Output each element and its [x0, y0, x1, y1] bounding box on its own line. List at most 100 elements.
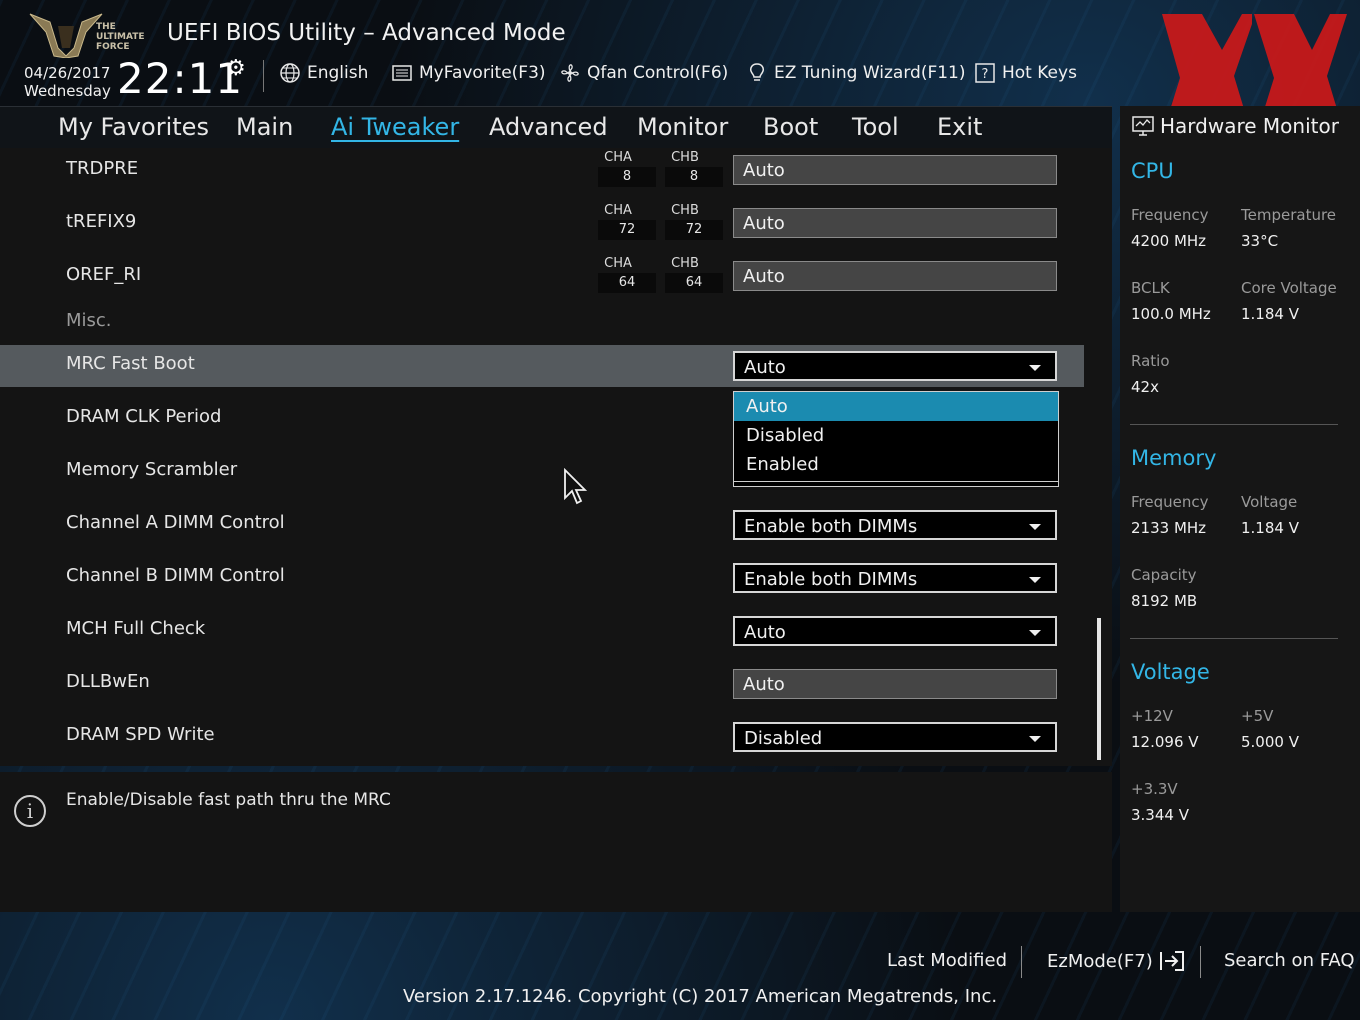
tab-my-favorites[interactable]: My Favorites: [58, 113, 209, 141]
setting-row-mch-full-check[interactable]: MCH Full Check Auto: [0, 608, 1084, 650]
date: 04/26/2017: [24, 64, 111, 82]
settings-panel: TRDPRE CHA 8 CHB 8 Auto tREFIX9 CHA 72 C…: [0, 148, 1112, 766]
ratio-value: 42x: [1131, 378, 1159, 396]
clock: 22:11: [117, 54, 244, 103]
ez-tuning-wizard-button[interactable]: EZ Tuning Wizard(F11): [746, 62, 966, 84]
dropdown-option-disabled[interactable]: Disabled: [734, 421, 1058, 450]
value-input[interactable]: Auto: [733, 261, 1057, 291]
voltage-section-title: Voltage: [1131, 660, 1210, 684]
divider: [1200, 946, 1201, 978]
setting-label: OREF_RI: [66, 264, 142, 285]
cpu-section-title: CPU: [1131, 159, 1174, 183]
last-modified-button[interactable]: Last Modified: [887, 950, 1007, 971]
tab-main[interactable]: Main: [236, 113, 293, 141]
setting-row-channel-a-dimm[interactable]: Channel A DIMM Control Enable both DIMMs: [0, 502, 1084, 544]
cpu-temperature-value: 33°C: [1241, 232, 1279, 250]
caret-down-icon: [1029, 736, 1041, 742]
setting-label: TRDPRE: [66, 158, 139, 179]
channel-b-dimm-select[interactable]: Enable both DIMMs: [733, 563, 1057, 593]
chb-value-box: CHB 72: [665, 201, 723, 243]
setting-label: Channel A DIMM Control: [66, 512, 285, 533]
core-voltage-label: Core Voltage: [1241, 279, 1337, 297]
weekday: Wednesday: [24, 82, 111, 100]
value-input[interactable]: Auto: [733, 155, 1057, 185]
3v3-label: +3.3V: [1131, 780, 1178, 798]
setting-row-oref-ri[interactable]: OREF_RI CHA 64 CHB 64 Auto: [0, 254, 1084, 296]
cha-value-box: CHA 64: [598, 254, 656, 296]
tab-ai-tweaker[interactable]: Ai Tweaker: [331, 113, 459, 141]
tab-advanced[interactable]: Advanced: [489, 113, 608, 141]
info-icon: i: [14, 795, 46, 827]
core-voltage-value: 1.184 V: [1241, 305, 1299, 323]
search-faq-button[interactable]: Search on FAQ: [1224, 950, 1355, 971]
chb-value-box: CHB 8: [665, 148, 723, 190]
main-navigation: My Favorites Main Ai Tweaker Advanced Mo…: [0, 106, 1112, 149]
help-box-icon: ?: [975, 63, 995, 83]
scrollbar[interactable]: [1097, 618, 1101, 760]
ezmode-button[interactable]: EzMode(F7): [1047, 950, 1187, 972]
bclk-label: BCLK: [1131, 279, 1170, 297]
divider: [1130, 638, 1338, 639]
list-icon: [392, 65, 412, 81]
mrc-fast-boot-select[interactable]: Auto: [733, 351, 1057, 381]
language-button[interactable]: English: [279, 62, 368, 84]
divider: [263, 60, 264, 92]
hardware-monitor-title: Hardware Monitor: [1132, 114, 1339, 138]
memory-frequency-label: Frequency: [1131, 493, 1209, 511]
mrc-fast-boot-dropdown-list: Auto Disabled Enabled: [733, 391, 1059, 487]
ratio-label: Ratio: [1131, 352, 1170, 370]
tab-tool[interactable]: Tool: [852, 113, 899, 141]
setting-label: Memory Scrambler: [66, 459, 238, 480]
help-text: Enable/Disable fast path thru the MRC: [66, 790, 391, 810]
memory-frequency-value: 2133 MHz: [1131, 519, 1207, 537]
12v-value: 12.096 V: [1131, 733, 1199, 751]
caret-down-icon: [1029, 365, 1041, 371]
myfavorite-button[interactable]: MyFavorite(F3): [391, 62, 546, 84]
lightbulb-icon: [750, 63, 764, 81]
channel-a-dimm-select[interactable]: Enable both DIMMs: [733, 510, 1057, 540]
memory-voltage-label: Voltage: [1241, 493, 1298, 511]
settings-gear-icon[interactable]: ⚙: [226, 56, 246, 81]
5v-value: 5.000 V: [1241, 733, 1299, 751]
bclk-value: 100.0 MHz: [1131, 305, 1211, 323]
dllbwen-input[interactable]: Auto: [733, 669, 1057, 699]
setting-label: DRAM SPD Write: [66, 724, 215, 745]
dropdown-option-enabled[interactable]: Enabled: [734, 450, 1058, 479]
mch-full-check-select[interactable]: Auto: [733, 616, 1057, 646]
dram-spd-write-select[interactable]: Disabled: [733, 722, 1057, 752]
dropdown-option-auto[interactable]: Auto: [734, 392, 1058, 421]
3v3-value: 3.344 V: [1131, 806, 1189, 824]
caret-down-icon: [1029, 524, 1041, 530]
capacity-value: 8192 MB: [1131, 592, 1198, 610]
setting-row-trefix9[interactable]: tREFIX9 CHA 72 CHB 72 Auto: [0, 201, 1084, 243]
memory-section-title: Memory: [1131, 446, 1217, 470]
value-input[interactable]: Auto: [733, 208, 1057, 238]
divider: [1130, 424, 1338, 425]
qfan-control-button[interactable]: Qfan Control(F6): [559, 62, 728, 84]
setting-row-mrc-fast-boot[interactable]: MRC Fast Boot Auto: [0, 345, 1084, 387]
setting-row-dram-spd-write[interactable]: DRAM SPD Write Disabled: [0, 714, 1084, 756]
setting-row-trdpre[interactable]: TRDPRE CHA 8 CHB 8 Auto: [0, 148, 1084, 190]
header: THE ULTIMATE FORCE UEFI BIOS Utility – A…: [0, 0, 1360, 142]
caret-down-icon: [1029, 630, 1041, 636]
tab-exit[interactable]: Exit: [937, 113, 982, 141]
caret-down-icon: [1029, 577, 1041, 583]
setting-row-channel-b-dimm[interactable]: Channel B DIMM Control Enable both DIMMs: [0, 555, 1084, 597]
mouse-pointer-icon: [564, 468, 587, 505]
dropdown-bottom-border: [734, 481, 1058, 486]
hotkeys-button[interactable]: ? Hot Keys: [974, 62, 1077, 84]
divider: [1021, 946, 1022, 978]
exit-arrow-icon: [1159, 951, 1184, 971]
setting-label: MRC Fast Boot: [66, 353, 195, 374]
tab-monitor[interactable]: Monitor: [637, 113, 728, 141]
cha-value-box: CHA 72: [598, 201, 656, 243]
setting-row-dllbwen[interactable]: DLLBwEn Auto: [0, 661, 1084, 703]
app-title: UEFI BIOS Utility – Advanced Mode: [167, 20, 566, 46]
setting-label: DLLBwEn: [66, 671, 150, 692]
tab-boot[interactable]: Boot: [763, 113, 818, 141]
section-label: Misc.: [66, 310, 112, 331]
cpu-frequency-value: 4200 MHz: [1131, 232, 1207, 250]
5v-label: +5V: [1241, 707, 1274, 725]
setting-label: Channel B DIMM Control: [66, 565, 285, 586]
monitor-icon: [1132, 116, 1154, 136]
